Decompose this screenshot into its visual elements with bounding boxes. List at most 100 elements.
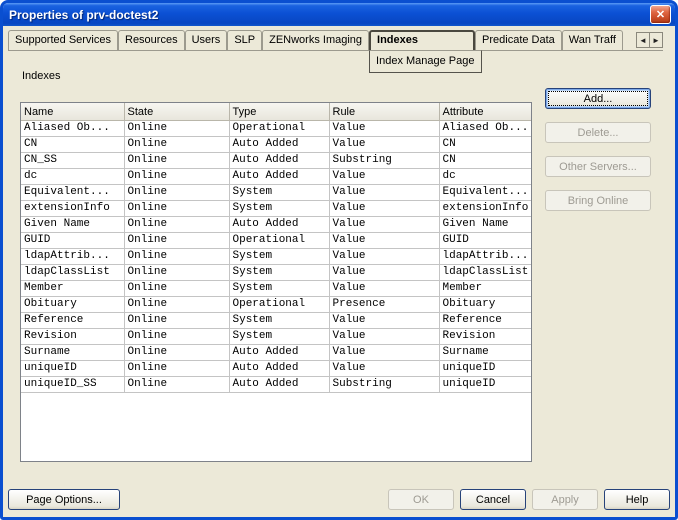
table-row[interactable]: uniqueIDOnlineAuto AddedValueuniqueID xyxy=(21,360,532,376)
cell-attribute: Revision xyxy=(439,328,532,344)
cell-name: Member xyxy=(21,280,124,296)
tab-resources[interactable]: Resources xyxy=(118,30,185,50)
tab-scroll-left-button[interactable]: ◄ xyxy=(636,32,650,48)
table-row[interactable]: GUIDOnlineOperationalValueGUID xyxy=(21,232,532,248)
page-options-button[interactable]: Page Options... xyxy=(8,489,120,510)
section-label: Indexes xyxy=(22,70,61,82)
table-row[interactable]: ldapAttrib...OnlineSystemValueldapAttrib… xyxy=(21,248,532,264)
close-icon: ✕ xyxy=(656,8,665,21)
cell-rule: Value xyxy=(329,232,439,248)
tab-indexes[interactable]: IndexesIndex Manage Page xyxy=(369,30,475,50)
column-header-type[interactable]: Type xyxy=(229,103,329,120)
footer-left: Page Options... xyxy=(8,489,120,510)
cell-state: Online xyxy=(124,184,229,200)
tab-supported-services[interactable]: Supported Services xyxy=(8,30,118,50)
cell-rule: Value xyxy=(329,120,439,136)
tab-strip: Supported Services Resources Users SLPZENwo… xyxy=(8,31,663,51)
table-row[interactable]: MemberOnlineSystemValueMember xyxy=(21,280,532,296)
table-row[interactable]: Aliased Ob...OnlineOperationalValueAlias… xyxy=(21,120,532,136)
cell-name: uniqueID xyxy=(21,360,124,376)
footer-button-group: OK Cancel Apply Help xyxy=(388,489,670,510)
cell-rule: Value xyxy=(329,264,439,280)
table-row[interactable]: CNOnlineAuto AddedValueCN xyxy=(21,136,532,152)
table-row[interactable]: ReferenceOnlineSystemValueReference xyxy=(21,312,532,328)
cell-type: Auto Added xyxy=(229,360,329,376)
column-header-attribute[interactable]: Attribute xyxy=(439,103,532,120)
cell-name: Revision xyxy=(21,328,124,344)
cell-rule: Value xyxy=(329,248,439,264)
table-row[interactable]: ldapClassListOnlineSystemValueldapClassL… xyxy=(21,264,532,280)
arrow-right-icon: ► xyxy=(652,36,660,45)
table-row[interactable]: Equivalent...OnlineSystemValueEquivalent… xyxy=(21,184,532,200)
column-header-state[interactable]: State xyxy=(124,103,229,120)
cell-name: Aliased Ob... xyxy=(21,120,124,136)
cell-rule: Value xyxy=(329,328,439,344)
cell-attribute: ldapClassList xyxy=(439,264,532,280)
cell-type: System xyxy=(229,264,329,280)
cell-state: Online xyxy=(124,344,229,360)
cell-type: System xyxy=(229,280,329,296)
cell-type: Operational xyxy=(229,120,329,136)
cell-state: Online xyxy=(124,168,229,184)
cell-name: CN_SS xyxy=(21,152,124,168)
delete-button: Delete... xyxy=(545,122,651,143)
tab-zenworks-imaging[interactable]: ZENworks Imaging xyxy=(262,30,369,50)
tab-label: Wan Traff xyxy=(569,34,616,46)
cell-name: Surname xyxy=(21,344,124,360)
cell-rule: Presence xyxy=(329,296,439,312)
arrow-left-icon: ◄ xyxy=(639,36,647,45)
cell-state: Online xyxy=(124,216,229,232)
tab-label: Resources xyxy=(125,34,178,46)
tab-predicate-data[interactable]: Predicate Data xyxy=(475,30,562,50)
cell-name: Reference xyxy=(21,312,124,328)
add-button[interactable]: Add... xyxy=(545,88,651,109)
cancel-button[interactable]: Cancel xyxy=(460,489,526,510)
table-row[interactable]: ObituaryOnlineOperationalPresenceObituar… xyxy=(21,296,532,312)
column-header-rule[interactable]: Rule xyxy=(329,103,439,120)
cell-type: Operational xyxy=(229,232,329,248)
cell-name: dc xyxy=(21,168,124,184)
cell-rule: Value xyxy=(329,344,439,360)
cell-attribute: uniqueID xyxy=(439,376,532,392)
help-button[interactable]: Help xyxy=(604,489,670,510)
cell-name: Obituary xyxy=(21,296,124,312)
tab-users[interactable]: Users xyxy=(185,30,228,50)
cell-state: Online xyxy=(124,280,229,296)
cell-attribute: CN xyxy=(439,152,532,168)
cell-attribute: dc xyxy=(439,168,532,184)
titlebar[interactable]: Properties of prv-doctest2 ✕ xyxy=(3,3,675,26)
cell-type: System xyxy=(229,328,329,344)
cell-type: Auto Added xyxy=(229,136,329,152)
cell-state: Online xyxy=(124,360,229,376)
cell-attribute: Equivalent... xyxy=(439,184,532,200)
close-button[interactable]: ✕ xyxy=(650,5,671,24)
tab-label: Users xyxy=(192,34,221,46)
cell-rule: Substring xyxy=(329,376,439,392)
cell-state: Online xyxy=(124,296,229,312)
table-row[interactable]: RevisionOnlineSystemValueRevision xyxy=(21,328,532,344)
cell-name: Equivalent... xyxy=(21,184,124,200)
apply-button: Apply xyxy=(532,489,598,510)
cell-type: System xyxy=(229,248,329,264)
ok-button: OK xyxy=(388,489,454,510)
tab-label: Predicate Data xyxy=(482,34,555,46)
table-row[interactable]: Given NameOnlineAuto AddedValueGiven Nam… xyxy=(21,216,532,232)
cell-state: Online xyxy=(124,248,229,264)
table-header-row: NameStateTypeRuleAttribute xyxy=(21,103,532,120)
table-row[interactable]: CN_SSOnlineAuto AddedSubstringCN xyxy=(21,152,532,168)
cell-name: Given Name xyxy=(21,216,124,232)
tab-slp[interactable]: SLP xyxy=(227,30,262,50)
tab-wan-traff[interactable]: Wan Traff xyxy=(562,30,623,50)
tab-page-menu-item[interactable]: Index Manage Page xyxy=(369,50,481,73)
table-row[interactable]: extensionInfoOnlineSystemValueextensionI… xyxy=(21,200,532,216)
column-header-name[interactable]: Name xyxy=(21,103,124,120)
cell-name: uniqueID_SS xyxy=(21,376,124,392)
table-row[interactable]: SurnameOnlineAuto AddedValueSurname xyxy=(21,344,532,360)
cell-attribute: Surname xyxy=(439,344,532,360)
tab-scroll-right-button[interactable]: ► xyxy=(649,32,663,48)
cell-attribute: ldapAttrib... xyxy=(439,248,532,264)
table-row[interactable]: uniqueID_SSOnlineAuto AddedSubstringuniq… xyxy=(21,376,532,392)
cell-state: Online xyxy=(124,232,229,248)
table-row[interactable]: dcOnlineAuto AddedValuedc xyxy=(21,168,532,184)
cell-attribute: Member xyxy=(439,280,532,296)
